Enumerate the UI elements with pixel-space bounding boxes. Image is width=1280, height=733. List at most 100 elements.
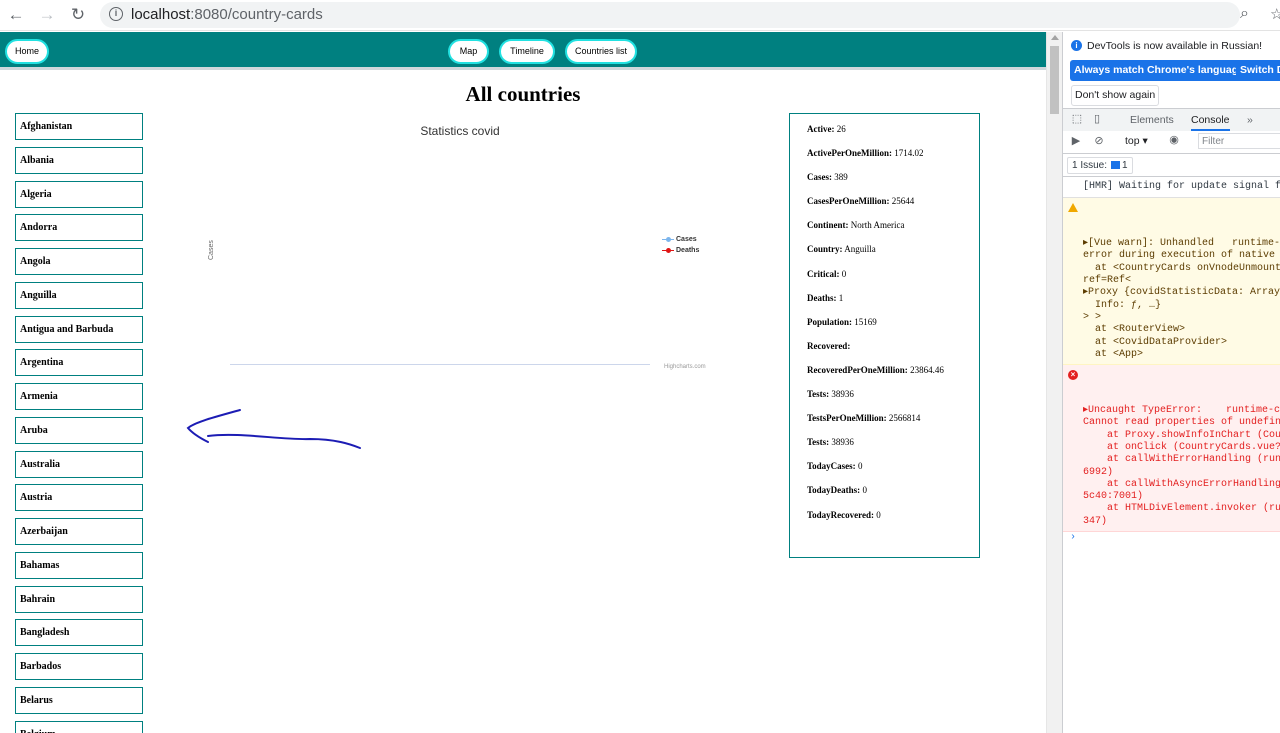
bookmark-star-icon[interactable]: ☆ <box>1270 5 1280 23</box>
console-line: ▸[Vue warn]: Unhandled runtime-co <box>1083 238 1280 250</box>
console-line: > > <box>1083 311 1102 323</box>
country-card[interactable]: Bahrain <box>15 585 143 613</box>
back-icon[interactable]: ← <box>5 4 27 26</box>
site-info-icon[interactable]: i <box>109 7 123 21</box>
url-text[interactable]: localhost:8080/country-cards <box>131 6 323 23</box>
console-line: 347) <box>1083 515 1108 527</box>
console-log-hmr: [HMR] Waiting for update signal fro <box>1063 177 1280 199</box>
match-language-button[interactable]: Always match Chrome's language <box>1070 60 1248 81</box>
chart-legend: Cases Deaths <box>662 234 699 256</box>
info-value: 0 <box>860 485 867 496</box>
console-line: at callWithErrorHandling (runti <box>1083 454 1280 466</box>
language-notice: i DevTools is now available in Russian! … <box>1063 32 1280 107</box>
scroll-thumb[interactable] <box>1050 46 1059 114</box>
forward-icon[interactable]: → <box>36 4 58 26</box>
map-button[interactable]: Map <box>448 39 489 64</box>
issues-label: 1 Issue: <box>1072 160 1108 171</box>
tab-console[interactable]: Console <box>1191 109 1230 131</box>
info-row: TestsPerOneMillion: 2566814 <box>807 413 979 437</box>
info-row: CasesPerOneMillion: 25644 <box>807 196 979 220</box>
console-line: Info: ƒ, …} <box>1083 299 1162 311</box>
info-value: 38936 <box>829 389 854 400</box>
console-warning[interactable]: ▸[Vue warn]: Unhandled runtime-co error d… <box>1063 198 1280 366</box>
legend-label: Cases <box>676 236 697 243</box>
info-value: 0 <box>839 268 847 279</box>
issues-bar: 1 Issue: 1 <box>1063 154 1280 177</box>
console-line: at <RouterView> <box>1083 324 1186 336</box>
info-row: Deaths: 1 <box>807 293 979 317</box>
info-row: Recovered: <box>807 341 979 365</box>
info-value: 389 <box>832 172 848 183</box>
info-row: TodayDeaths: 0 <box>807 485 979 509</box>
console-output: [HMR] Waiting for update signal fro ▸[Vu… <box>1063 177 1280 544</box>
countries-list-button[interactable]: Countries list <box>565 39 637 64</box>
info-key: TodayDeaths: <box>807 485 861 496</box>
info-row: Active: 26 <box>807 124 979 148</box>
issues-count: 1 <box>1122 160 1128 171</box>
country-card[interactable]: Bangladesh <box>15 619 143 647</box>
info-key: Continent: <box>807 220 849 231</box>
country-card[interactable]: Azerbaijan <box>15 518 143 545</box>
console-error[interactable]: × ▸Uncaught TypeError: runtime-co Cannot … <box>1063 365 1280 533</box>
zoom-icon[interactable]: ⌕ <box>1240 5 1249 23</box>
info-value: North America <box>848 220 905 231</box>
info-key: ActivePerOneMillion: <box>807 148 892 159</box>
sidebar-toggle-icon[interactable]: ▶ <box>1070 135 1082 147</box>
info-value: 23864.46 <box>907 364 944 375</box>
country-card[interactable]: Belarus <box>15 686 143 714</box>
info-row: TodayCases: 0 <box>807 461 979 485</box>
console-line: at onClick (CountryCards.vue?fc <box>1083 441 1280 453</box>
chart-credits[interactable]: Highcharts.com <box>664 364 706 370</box>
info-row: Country: Anguilla <box>807 244 979 268</box>
info-key: Tests: <box>807 437 830 448</box>
info-key: TodayCases: <box>807 461 856 472</box>
page-scrollbar[interactable] <box>1046 32 1062 733</box>
page-viewport: Home Map Timeline Countries list All cou… <box>0 32 1046 733</box>
console-line: ▸Uncaught TypeError: runtime-co <box>1083 405 1280 417</box>
legend-marker-icon <box>662 236 674 243</box>
info-row: RecoveredPerOneMillion: 23864.46 <box>807 365 979 389</box>
tab-elements[interactable]: Elements <box>1130 109 1174 131</box>
console-line: at HTMLDivElement.invoker (runt <box>1083 503 1280 515</box>
legend-item[interactable]: Cases <box>662 234 699 245</box>
info-value: 1714.02 <box>891 148 924 159</box>
country-card[interactable]: Bahamas <box>15 551 143 579</box>
info-value: 0 <box>874 509 881 520</box>
url-path: :8080/country-cards <box>190 6 323 23</box>
address-bar[interactable]: i localhost:8080/country-cards <box>100 2 1240 28</box>
info-row: Tests: 38936 <box>807 389 979 413</box>
dont-show-again-button[interactable]: Don't show again <box>1071 85 1160 106</box>
console-prompt-icon[interactable]: › <box>1063 532 1280 544</box>
timeline-button[interactable]: Timeline <box>499 39 555 64</box>
country-card[interactable]: Belgium <box>15 720 143 733</box>
device-toolbar-icon[interactable]: ▯ <box>1091 113 1103 125</box>
console-line: ▸Proxy {covidStatisticData: Array( <box>1083 287 1280 299</box>
legend-item[interactable]: Deaths <box>662 245 699 256</box>
info-row: TodayRecovered: 0 <box>807 510 979 534</box>
info-key: TodayRecovered: <box>807 509 874 520</box>
switch-language-button[interactable]: Switch D <box>1236 60 1280 81</box>
info-key: Deaths: <box>807 292 837 303</box>
info-value: 2566814 <box>886 413 921 424</box>
info-value: 26 <box>834 124 846 134</box>
legend-marker-icon <box>662 247 674 254</box>
clear-console-icon[interactable]: ⊘ <box>1093 135 1105 147</box>
issue-flag-icon <box>1111 161 1121 170</box>
inspect-element-icon[interactable]: ⬚ <box>1071 113 1083 125</box>
info-key: Population: <box>807 316 853 327</box>
console-line: ref=Ref< <box>1083 275 1132 287</box>
console-line: 6992) <box>1083 466 1114 478</box>
info-value: 0 <box>855 461 863 472</box>
issues-button[interactable]: 1 Issue: 1 <box>1067 157 1133 174</box>
scroll-up-arrow-icon[interactable] <box>1051 35 1059 40</box>
more-tabs-icon[interactable]: » <box>1247 109 1253 131</box>
console-line: error during execution of native ev <box>1083 250 1280 262</box>
reload-icon[interactable]: ↻ <box>67 4 89 26</box>
country-card[interactable]: Barbados <box>15 653 143 680</box>
live-expression-eye-icon[interactable]: ◉ <box>1168 134 1180 146</box>
context-selector[interactable]: top ▾ <box>1125 131 1148 151</box>
info-row: Tests: 38936 <box>807 437 979 461</box>
warning-icon <box>1068 203 1078 213</box>
info-key: Cases: <box>807 172 832 183</box>
console-filter-input[interactable]: Filter <box>1198 133 1280 149</box>
